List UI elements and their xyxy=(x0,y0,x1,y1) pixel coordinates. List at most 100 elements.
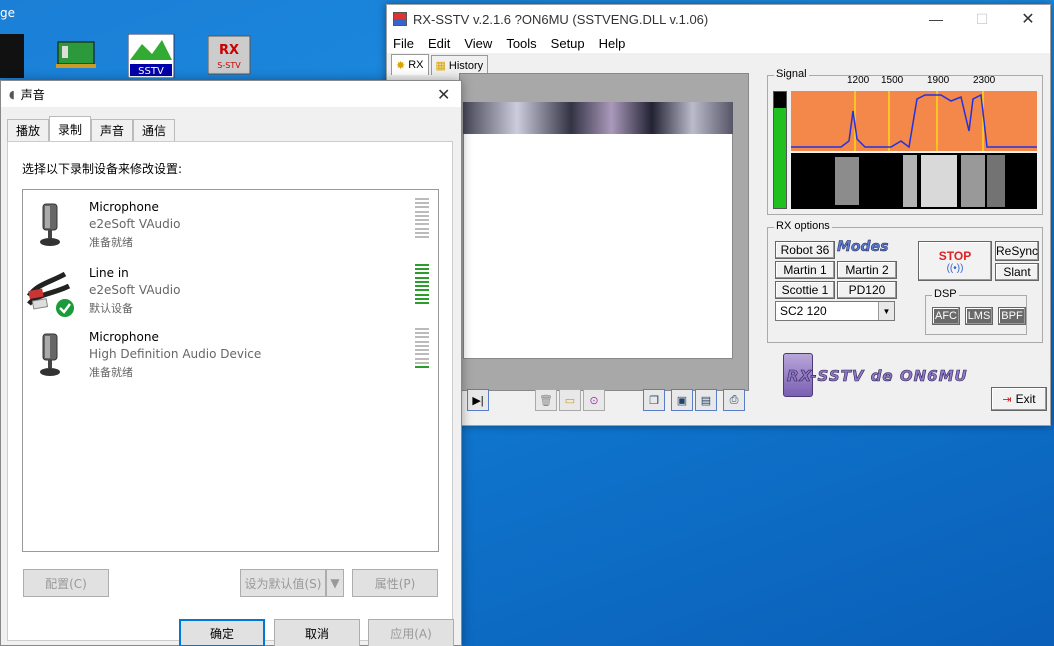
rx-menubar: File Edit View Tools Setup Help xyxy=(387,33,1050,53)
tab-history[interactable]: ▦ History xyxy=(430,55,489,75)
recording-panel: 选择以下录制设备来修改设置: Microphone e2eSoft VAudio… xyxy=(7,141,453,641)
device-driver: e2eSoft VAudio xyxy=(89,283,181,297)
spectrum-display xyxy=(791,91,1037,209)
microphone-icon xyxy=(40,203,60,246)
stop-button[interactable]: STOP ((•)) xyxy=(918,241,992,281)
mode-scottie1-button[interactable]: Scottie 1 xyxy=(775,281,835,299)
chevron-down-icon[interactable]: ▼ xyxy=(878,302,894,320)
rx-window-title: RX-SSTV v.2.1.6 ?ON6MU (SSTVENG.DLL v.1.… xyxy=(413,11,709,27)
close-icon[interactable]: ✕ xyxy=(437,85,450,104)
copy-icon[interactable]: ❐ xyxy=(643,389,665,411)
received-image xyxy=(463,103,733,359)
print-icon[interactable]: ⎙ xyxy=(723,389,745,411)
instruction-text: 选择以下录制设备来修改设置: xyxy=(22,162,183,176)
tab-sounds[interactable]: 声音 xyxy=(91,119,134,141)
list-item[interactable]: Line in e2eSoft VAudio 默认设备 xyxy=(23,262,438,322)
exit-icon: ⇥ xyxy=(1002,393,1012,406)
device-status: 准备就绪 xyxy=(89,236,133,249)
afc-button[interactable]: AFC xyxy=(932,307,960,325)
freq-1500: 1500 xyxy=(881,75,904,86)
sound-dialog: ◖ 声音 ✕ 播放 录制 声音 通信 选择以下录制设备来修改设置: Microp… xyxy=(0,80,462,646)
line-in-icon xyxy=(26,271,74,317)
slant-button[interactable]: Slant xyxy=(995,263,1039,281)
freq-2300: 2300 xyxy=(973,75,996,86)
menu-setup[interactable]: Setup xyxy=(551,36,585,51)
close-icon[interactable]: ✕ xyxy=(1005,5,1051,33)
menu-tools[interactable]: Tools xyxy=(506,36,536,51)
list-item[interactable]: Microphone High Definition Audio Device … xyxy=(23,326,438,386)
modes-logo: Modes xyxy=(837,239,889,256)
gear-icon: ✸ xyxy=(396,59,406,72)
mode-martin1-button[interactable]: Martin 1 xyxy=(775,261,835,279)
list-item[interactable]: Microphone e2eSoft VAudio 准备就绪 xyxy=(23,196,438,256)
level-meter xyxy=(415,328,429,368)
stop-label: STOP xyxy=(938,248,972,263)
device-driver: e2eSoft VAudio xyxy=(89,217,181,231)
next-icon[interactable]: ▶| xyxy=(467,389,489,411)
resync-button[interactable]: ReSync xyxy=(995,241,1039,261)
app-logo: RX-SSTV de ON6MU xyxy=(787,367,968,386)
sound-title: 声音 xyxy=(20,87,45,102)
maximize-icon[interactable]: ☐ xyxy=(959,5,1005,33)
level-meter xyxy=(415,198,429,238)
device-status: 默认设备 xyxy=(89,302,133,315)
rx-title-bar[interactable]: RX-SSTV v.2.1.6 ?ON6MU (SSTVENG.DLL v.1.… xyxy=(387,5,1050,33)
chevron-down-icon[interactable]: ▼ xyxy=(326,569,344,597)
sound-title-bar[interactable]: ◖ 声音 ✕ xyxy=(1,81,461,107)
folder-icon[interactable]: ▭ xyxy=(559,389,581,411)
zoom-icon[interactable]: ⊙ xyxy=(583,389,605,411)
rx-app-icon xyxy=(393,12,407,26)
desktop-icon-1[interactable] xyxy=(0,34,24,78)
mode-pd120-button[interactable]: PD120 xyxy=(837,281,897,299)
menu-edit[interactable]: Edit xyxy=(428,36,450,51)
sound-tabs: 播放 录制 声音 通信 xyxy=(7,116,176,141)
tab-communications[interactable]: 通信 xyxy=(133,119,176,141)
save-all-icon[interactable]: ▤ xyxy=(695,389,717,411)
rx-options-label: RX options xyxy=(774,220,832,232)
bpf-button[interactable]: BPF xyxy=(998,307,1026,325)
mode-martin2-button[interactable]: Martin 2 xyxy=(837,261,897,279)
received-image-noise xyxy=(463,102,733,134)
level-meter-fill xyxy=(774,108,786,208)
signal-label: Signal xyxy=(774,68,809,80)
tab-playback[interactable]: 播放 xyxy=(7,119,50,141)
antenna-icon: ((•)) xyxy=(946,262,964,274)
mode-select-value: SC2 120 xyxy=(780,304,827,318)
apply-button[interactable]: 应用(A) xyxy=(368,619,454,646)
device-name: Line in xyxy=(89,266,129,280)
level-meter xyxy=(415,264,429,304)
save-icon[interactable]: ▣ xyxy=(671,389,693,411)
tab-rx[interactable]: ✸ RX xyxy=(391,54,429,75)
rx-sstv-window: RX-SSTV v.2.1.6 ?ON6MU (SSTVENG.DLL v.1.… xyxy=(386,4,1051,426)
level-meter xyxy=(773,91,787,209)
trash-icon[interactable]: 🗑 xyxy=(535,389,557,411)
ok-button[interactable]: 确定 xyxy=(179,619,265,646)
device-name: Microphone xyxy=(89,330,159,344)
configure-button[interactable]: 配置(C) xyxy=(23,569,109,597)
device-driver: High Definition Audio Device xyxy=(89,347,262,361)
desktop-icon-sstv[interactable]: SSTV xyxy=(127,33,176,79)
menu-help[interactable]: Help xyxy=(599,36,626,51)
tab-recording[interactable]: 录制 xyxy=(49,116,92,141)
minimize-icon[interactable]: — xyxy=(913,5,959,33)
speaker-icon: ◖ xyxy=(9,87,15,101)
desktop-icon-card[interactable] xyxy=(52,34,100,78)
device-list[interactable]: Microphone e2eSoft VAudio 准备就绪 Line in e… xyxy=(22,189,439,552)
cancel-button[interactable]: 取消 xyxy=(274,619,360,646)
properties-button[interactable]: 属性(P) xyxy=(352,569,438,597)
menu-file[interactable]: File xyxy=(393,36,414,51)
device-name: Microphone xyxy=(89,200,159,214)
dsp-label: DSP xyxy=(932,288,959,300)
mode-select[interactable]: SC2 120 ▼ xyxy=(775,301,895,321)
mode-robot36-button[interactable]: Robot 36 xyxy=(775,241,835,259)
desktop-icon-rxsstv[interactable]: RX S-STV xyxy=(207,34,256,78)
exit-button[interactable]: ⇥ Exit xyxy=(991,387,1047,411)
menu-view[interactable]: View xyxy=(464,36,492,51)
desktop-label: ge xyxy=(0,6,15,20)
lms-button[interactable]: LMS xyxy=(965,307,993,325)
device-status: 准备就绪 xyxy=(89,366,133,379)
set-default-button[interactable]: 设为默认值(S) xyxy=(240,569,326,597)
freq-1900: 1900 xyxy=(927,75,950,86)
rx-tabs: ✸ RX ▦ History xyxy=(387,53,1050,75)
history-icon: ▦ xyxy=(435,60,446,72)
